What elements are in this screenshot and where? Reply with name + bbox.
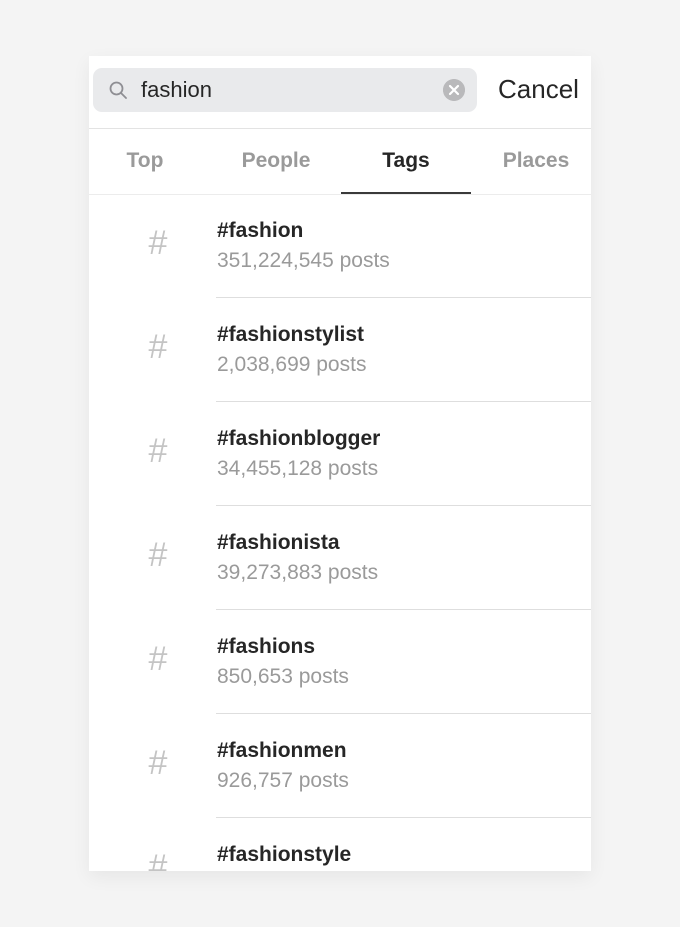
hashtag-icon: # [148, 640, 168, 678]
hashtag-icon: # [148, 328, 168, 366]
tab-tags[interactable]: Tags [341, 129, 471, 193]
post-count: 2,038,699 posts [217, 353, 367, 376]
tag-result-item[interactable]: # #fashionstylist 2,038,699 posts [89, 298, 591, 402]
tag-name: #fashionblogger [217, 427, 381, 450]
tag-name: #fashionstyle [217, 843, 352, 866]
hashtag-icon: # [148, 744, 168, 782]
post-count: 850,653 posts [217, 665, 349, 688]
post-count: 351,224,545 posts [217, 249, 390, 272]
post-count: 39,273,883 posts [217, 561, 379, 584]
search-input[interactable] [141, 68, 431, 112]
hashtag-icon: # [148, 432, 168, 470]
search-bar[interactable] [93, 68, 477, 112]
tag-name: #fashionista [217, 531, 340, 554]
tag-name: #fashionstylist [217, 323, 365, 346]
tag-result-item[interactable]: # #fashionista 39,273,883 posts [89, 506, 591, 610]
tab-top[interactable]: Top [89, 129, 201, 193]
tag-result-item[interactable]: # #fashionmen 926,757 posts [89, 714, 591, 818]
tag-results-list: # #fashion 351,224,545 posts # #fashionstyli… [89, 194, 591, 871]
hashtag-icon: # [148, 536, 168, 574]
cancel-button[interactable]: Cancel [498, 74, 579, 105]
hashtag-icon: # [148, 224, 168, 262]
tag-result-item[interactable]: # #fashionstyle [89, 818, 591, 871]
search-screen: Cancel Top People Tags Places # #fashion 3… [89, 56, 591, 871]
post-count: 34,455,128 posts [217, 457, 379, 480]
post-count: 926,757 posts [217, 769, 349, 792]
clear-search-icon[interactable] [443, 79, 465, 101]
tag-name: #fashion [217, 219, 304, 242]
tag-name: #fashions [217, 635, 316, 658]
search-icon [109, 81, 127, 99]
tag-name: #fashionmen [217, 739, 347, 762]
tag-result-item[interactable]: # #fashion 351,224,545 posts [89, 194, 591, 298]
tab-places[interactable]: Places [471, 129, 591, 193]
hashtag-icon: # [148, 848, 168, 871]
tab-people[interactable]: People [211, 129, 341, 193]
tag-result-item[interactable]: # #fashions 850,653 posts [89, 610, 591, 714]
tag-result-item[interactable]: # #fashionblogger 34,455,128 posts [89, 402, 591, 506]
search-tabs: Top People Tags Places [89, 129, 591, 194]
